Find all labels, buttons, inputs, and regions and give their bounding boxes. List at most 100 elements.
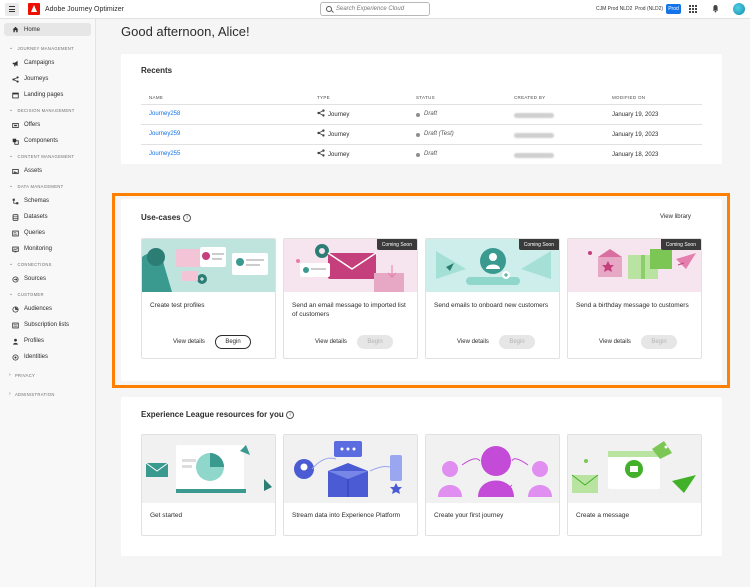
sidebar-item-label: Home bbox=[24, 26, 41, 33]
resource-title: Create your first journey bbox=[434, 512, 504, 519]
modified-cell: January 18, 2023 bbox=[612, 152, 659, 158]
table-divider bbox=[141, 124, 702, 125]
journey-icon bbox=[317, 149, 325, 157]
sidebar-section-customer[interactable]: ⌄ CUSTOMER bbox=[0, 287, 95, 301]
sidebar-section-journey-management[interactable]: ⌄ JOURNEY MANAGEMENT bbox=[0, 41, 95, 55]
chevron-down-icon: ⌄ bbox=[9, 153, 14, 159]
page-greeting: Good afternoon, Alice! bbox=[121, 24, 250, 39]
org-switcher[interactable]: CJM Prod NLD2 bbox=[596, 6, 632, 12]
profile-icon bbox=[13, 338, 18, 345]
resource-tile-create-message[interactable]: Create a message bbox=[567, 434, 702, 536]
sidebar-item-monitoring[interactable]: Monitoring bbox=[0, 241, 95, 257]
sandbox-switcher[interactable]: Prod (NLD2) bbox=[635, 6, 663, 12]
chevron-down-icon: ⌄ bbox=[9, 261, 14, 267]
user-avatar[interactable] bbox=[733, 3, 745, 15]
sidebar-item-datasets[interactable]: Datasets bbox=[0, 209, 95, 225]
resource-illustration bbox=[426, 435, 559, 503]
search-input[interactable]: Search Experience Cloud bbox=[320, 2, 430, 16]
sidebar-item-sources[interactable]: Sources bbox=[0, 271, 95, 287]
adobe-logo-icon bbox=[28, 3, 40, 15]
sidebar-item-journeys[interactable]: Journeys bbox=[0, 71, 95, 87]
resource-title: Create a message bbox=[576, 512, 630, 519]
chevron-down-icon: ⌄ bbox=[9, 45, 14, 51]
top-bar: Adobe Journey Optimizer Search Experienc… bbox=[0, 0, 750, 19]
sidebar-item-home[interactable]: Home bbox=[4, 23, 91, 36]
sidebar-item-offers[interactable]: Offers bbox=[0, 117, 95, 133]
queries-icon bbox=[12, 230, 19, 236]
monitoring-icon bbox=[12, 246, 19, 252]
app-title: Adobe Journey Optimizer bbox=[45, 5, 124, 13]
schema-icon bbox=[12, 198, 19, 204]
notifications-bell-icon[interactable] bbox=[712, 4, 719, 13]
column-header-created-by[interactable]: CREATED BY bbox=[514, 95, 545, 100]
sidebar-item-subscription-lists[interactable]: Subscription lists bbox=[0, 317, 95, 333]
sidebar-section-data-management[interactable]: ⌄ DATA MANAGEMENT bbox=[0, 179, 95, 193]
sidebar-item-identities[interactable]: Identities bbox=[0, 349, 95, 365]
creator-name-redacted bbox=[514, 113, 554, 118]
home-icon bbox=[12, 26, 19, 33]
apps-grid-icon[interactable] bbox=[689, 5, 697, 13]
search-icon bbox=[326, 6, 332, 12]
dataset-icon bbox=[12, 213, 19, 221]
resource-illustration bbox=[284, 435, 417, 503]
chevron-down-icon: ⌄ bbox=[9, 291, 14, 297]
environment-badge: Prod bbox=[666, 4, 681, 14]
recents-title: Recents bbox=[141, 66, 173, 75]
type-cell: Journey bbox=[328, 132, 350, 138]
sidebar-section-decision-management[interactable]: ⌄ DECISION MANAGEMENT bbox=[0, 103, 95, 117]
status-cell: Draft bbox=[416, 151, 437, 157]
sidebar-item-landing-pages[interactable]: Landing pages bbox=[0, 87, 95, 103]
type-cell: Journey bbox=[328, 152, 350, 158]
chevron-right-icon: › bbox=[9, 391, 11, 397]
journey-icon bbox=[317, 129, 325, 137]
journey-icon bbox=[317, 109, 325, 117]
experience-league-card: Experience League resources for you i Ge… bbox=[121, 397, 722, 556]
type-cell: Journey bbox=[328, 112, 350, 118]
status-cell: Draft (Test) bbox=[416, 131, 454, 137]
column-header-status[interactable]: STATUS bbox=[416, 95, 435, 100]
column-header-modified-on[interactable]: MODIFIED ON bbox=[612, 95, 645, 100]
resource-illustration bbox=[142, 435, 275, 503]
chevron-right-icon: › bbox=[9, 372, 11, 378]
sources-icon bbox=[12, 275, 19, 283]
sidebar-item-campaigns[interactable]: Campaigns bbox=[0, 55, 95, 71]
offers-icon bbox=[12, 122, 19, 128]
resource-tile-first-journey[interactable]: Create your first journey bbox=[425, 434, 560, 536]
experience-league-title: Experience League resources for you bbox=[141, 410, 284, 419]
sidebar-item-queries[interactable]: Queries bbox=[0, 225, 95, 241]
sidebar-item-profiles[interactable]: Profiles bbox=[0, 333, 95, 349]
assets-icon bbox=[12, 168, 19, 174]
landing-page-icon bbox=[12, 92, 19, 98]
column-header-type[interactable]: TYPE bbox=[317, 95, 330, 100]
sidebar-item-assets[interactable]: Assets bbox=[0, 163, 95, 179]
sidebar-item-audiences[interactable]: Audiences bbox=[0, 301, 95, 317]
sidebar-nav: Home ⌄ JOURNEY MANAGEMENT Campaigns Journ… bbox=[0, 19, 96, 587]
sidebar-section-privacy[interactable]: › PRIVACY bbox=[0, 368, 95, 382]
modified-cell: January 19, 2023 bbox=[612, 132, 659, 138]
resource-tile-get-started[interactable]: Get started bbox=[141, 434, 276, 536]
info-icon[interactable]: i bbox=[286, 411, 294, 419]
sidebar-item-schemas[interactable]: Schemas bbox=[0, 193, 95, 209]
journey-icon bbox=[12, 75, 19, 83]
journey-link[interactable]: Journey258 bbox=[149, 111, 180, 117]
resource-illustration bbox=[568, 435, 701, 503]
hamburger-menu-button[interactable] bbox=[5, 2, 19, 16]
status-cell: Draft bbox=[416, 111, 437, 117]
resource-tile-stream-data[interactable]: Stream data into Experience Platform bbox=[283, 434, 418, 536]
column-header-name[interactable]: NAME bbox=[149, 95, 163, 100]
journey-link[interactable]: Journey259 bbox=[149, 131, 180, 137]
sidebar-item-components[interactable]: Components bbox=[0, 133, 95, 149]
megaphone-icon bbox=[12, 60, 18, 66]
chevron-down-icon: ⌄ bbox=[9, 107, 14, 113]
journey-link[interactable]: Journey255 bbox=[149, 151, 180, 157]
recents-card: Recents NAME TYPE STATUS CREATED BY MODI… bbox=[121, 54, 722, 164]
sidebar-section-content-management[interactable]: ⌄ CONTENT MANAGEMENT bbox=[0, 149, 95, 163]
resource-title: Get started bbox=[150, 512, 183, 519]
sidebar-section-connections[interactable]: ⌄ CONNECTIONS bbox=[0, 257, 95, 271]
identities-icon bbox=[12, 353, 19, 361]
audiences-icon bbox=[12, 305, 19, 313]
creator-name-redacted bbox=[514, 153, 554, 158]
sidebar-section-administration[interactable]: › ADMINISTRATION bbox=[0, 387, 95, 401]
subscription-list-icon bbox=[12, 322, 19, 328]
chevron-down-icon: ⌄ bbox=[9, 183, 14, 189]
